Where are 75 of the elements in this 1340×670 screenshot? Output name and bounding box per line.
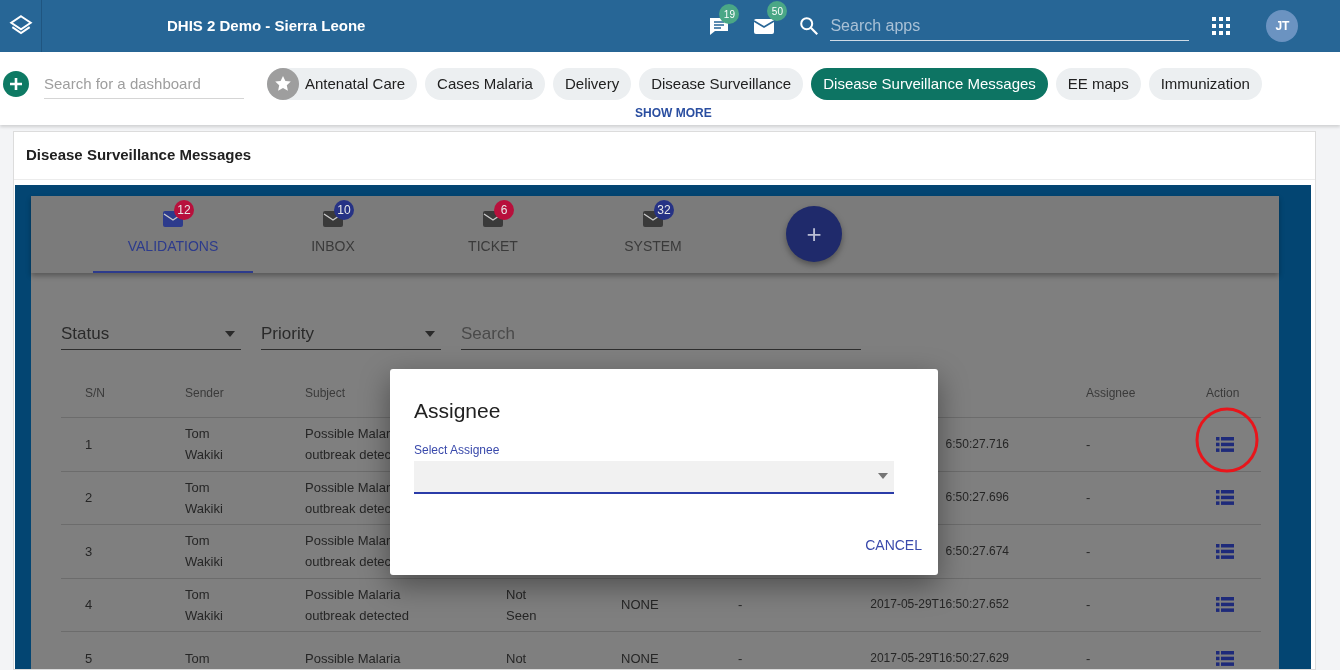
dropdown-field[interactable]: Status: [61, 318, 241, 350]
table-cell: 2017-05-29T16:50:27.629: [870, 650, 1009, 665]
table-cell: 6:50:27.716: [945, 436, 1009, 451]
column-header: Subject: [305, 386, 346, 400]
card-title: Disease Surveillance Messages: [14, 132, 1315, 180]
table-cell: Possible Malar outbreak detec: [305, 533, 391, 570]
add-button[interactable]: +: [786, 206, 842, 262]
column-header: Action: [1206, 386, 1240, 400]
table-cell: 1: [85, 436, 93, 452]
table-cell: Tom: [185, 650, 210, 666]
table-cell: Tom Wakiki: [185, 533, 223, 570]
caret-icon: [425, 330, 435, 337]
count-badge: 50: [767, 1, 788, 21]
message-tab[interactable]: 6 TICKET: [413, 196, 573, 273]
table-cell: NONE: [621, 597, 659, 613]
count-badge: 19: [719, 4, 740, 24]
list-icon[interactable]: [1216, 490, 1234, 506]
dashboard-chip[interactable]: Disease Surveillance: [639, 68, 804, 100]
table-cell: Tom Wakiki: [185, 586, 223, 623]
message-tab[interactable]: 32 SYSTEM: [573, 196, 733, 273]
count-badge: 12: [174, 200, 194, 220]
table-cell: 2: [85, 490, 93, 506]
table-cell: -: [1086, 543, 1091, 559]
table-cell: Not Seen: [506, 586, 537, 623]
column-header: Sender: [185, 386, 224, 400]
count-badge: 10: [334, 200, 354, 220]
dropdown-field[interactable]: Priority: [261, 318, 441, 350]
table-cell: -: [1086, 650, 1091, 666]
dashboard-chip[interactable]: EE maps: [1055, 68, 1141, 100]
table-cell: 6:50:27.674: [945, 543, 1009, 558]
caret-icon: [225, 330, 235, 337]
table-cell: Possible Malar outbreak detec: [305, 426, 391, 463]
message-tab[interactable]: 12 VALIDATIONS: [93, 196, 253, 273]
table-cell: Not: [506, 650, 527, 666]
table-cell: Possible Malaria: [305, 650, 401, 666]
table-cell: 4: [85, 597, 93, 613]
count-badge: 32: [654, 200, 674, 220]
table-cell: -: [1086, 436, 1091, 452]
table-cell: -: [738, 597, 743, 613]
list-icon[interactable]: [1216, 650, 1234, 666]
table-cell: 6:50:27.696: [945, 490, 1009, 505]
table-cell: -: [738, 650, 743, 666]
table-cell: -: [1086, 597, 1091, 613]
table-cell: 2017-05-29T16:50:27.652: [870, 597, 1009, 612]
list-icon[interactable]: [1216, 597, 1234, 613]
column-header: Assignee: [1086, 386, 1136, 400]
field-label: Select Assignee: [414, 441, 501, 459]
table-cell: -: [1086, 490, 1091, 506]
assignee-dropdown[interactable]: [414, 460, 894, 494]
dashboard-chip[interactable]: Immunization: [1148, 68, 1262, 100]
table-cell: 3: [85, 543, 93, 559]
table-cell: Possible Malaria outbreak detected: [305, 586, 410, 623]
dashboard-chip[interactable]: Delivery: [552, 68, 632, 100]
dashboard-chip[interactable]: Cases Malaria: [425, 68, 545, 100]
table-cell: Possible Malar outbreak detec: [305, 479, 391, 516]
search-icon: [798, 15, 821, 37]
cancel-button[interactable]: CANCEL: [865, 535, 922, 556]
count-badge: 6: [494, 200, 514, 220]
dashboard-chip[interactable]: Antenatal Care: [267, 68, 418, 100]
show-more-link[interactable]: SHOW MORE: [635, 104, 712, 122]
dashboard-chip[interactable]: Disease Surveillance Messages: [811, 68, 1048, 100]
message-tab[interactable]: 10 INBOX: [253, 196, 413, 273]
add-icon[interactable]: [3, 71, 29, 97]
apps-grid-icon[interactable]: [1212, 17, 1231, 35]
highlight-circle: [1195, 407, 1259, 473]
dialog-title: Assignee: [414, 398, 502, 424]
list-icon[interactable]: [1216, 543, 1234, 559]
table-cell: Tom Wakiki: [185, 426, 223, 463]
table-cell: 5: [85, 650, 93, 666]
list-icon[interactable]: [1216, 436, 1234, 452]
table-cell: NONE: [621, 650, 659, 666]
column-header: S/N: [85, 386, 105, 400]
caret-icon: [878, 473, 888, 479]
table-cell: Tom Wakiki: [185, 479, 223, 516]
app-title: DHIS 2 Demo - Sierra Leone: [167, 15, 366, 36]
